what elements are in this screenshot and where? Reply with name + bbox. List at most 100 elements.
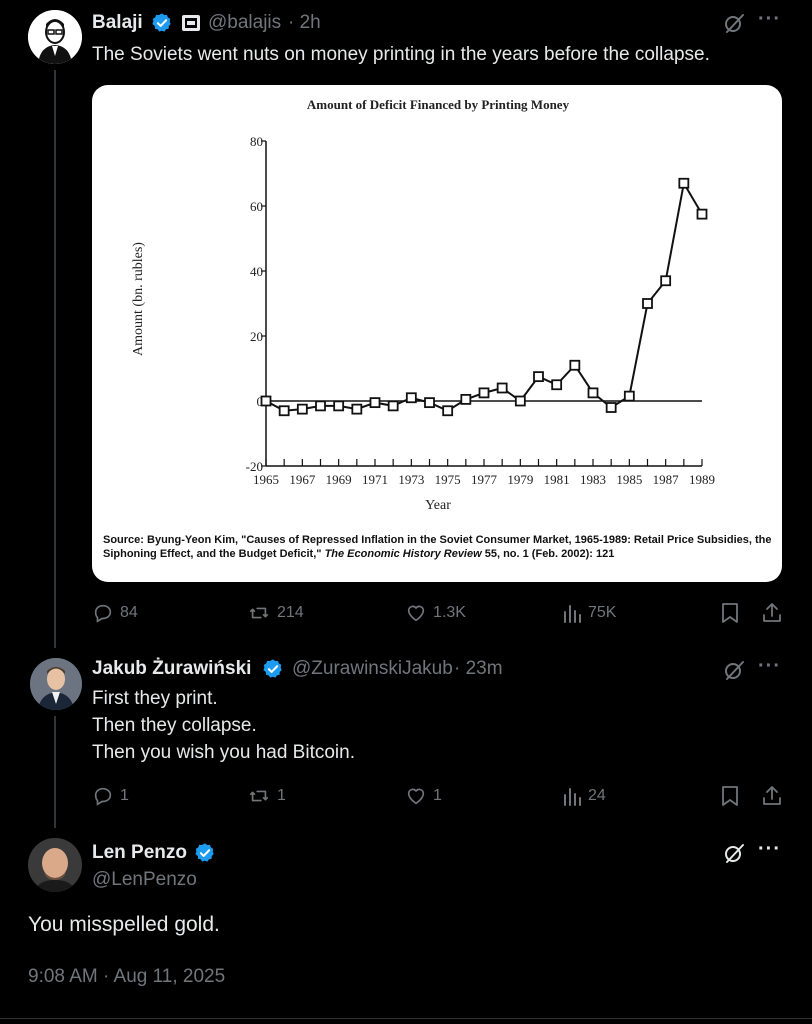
y-tick-label: 80 (250, 134, 263, 149)
like-button[interactable]: 1.3K (405, 602, 466, 624)
y-tick-label: 20 (250, 329, 263, 344)
tweet-line-2: Then they collapse. (92, 715, 257, 736)
data-point (351, 403, 363, 415)
data-point (260, 395, 272, 407)
source-tail: 55, no. 1 (Feb. 2002): 121 (484, 548, 615, 560)
data-point (605, 402, 617, 413)
data-point (569, 359, 581, 371)
x-tick-label: 1971 (362, 472, 388, 487)
data-point (460, 393, 472, 405)
x-tick-label: 1969 (326, 472, 352, 487)
repost-button[interactable]: 1 (247, 785, 286, 807)
grok-icon[interactable] (722, 841, 746, 865)
tweet-line-3: Then you wish you had Bitcoin. (92, 742, 355, 763)
data-point (405, 392, 417, 404)
x-tick-label: 1975 (435, 472, 461, 487)
data-point (369, 397, 381, 409)
reply-icon (94, 787, 112, 806)
y-axis-label: Amount (bn. rubles) (131, 242, 146, 356)
more-options-icon[interactable]: ··· (758, 655, 781, 678)
x-tick-label: 1987 (653, 472, 680, 487)
avatar-balaji[interactable] (28, 10, 82, 64)
data-point (623, 390, 635, 402)
reply-button[interactable]: 84 (92, 602, 138, 624)
series-line (265, 180, 703, 412)
post-timestamp[interactable]: 9:08 AM · Aug 11, 2025 (28, 966, 225, 988)
data-point (551, 379, 563, 391)
x-tick-label: 1989 (689, 472, 715, 487)
chart-image-card[interactable]: Amount of Deficit Financed by Printing M… (92, 85, 782, 582)
views-button[interactable]: 24 (562, 785, 606, 807)
data-point (678, 177, 690, 189)
data-point (533, 371, 544, 383)
repost-count: 214 (277, 604, 304, 621)
repost-icon (249, 607, 269, 619)
reply-icon (94, 604, 112, 623)
heart-icon (407, 605, 425, 622)
data-point (424, 397, 435, 409)
post-time[interactable]: · 23m (454, 658, 503, 680)
tweet-line-1: First they print. (92, 688, 218, 709)
like-count: 1 (433, 787, 442, 804)
like-count: 1.3K (433, 604, 466, 621)
reply-count: 1 (120, 787, 129, 804)
bookmark-icon[interactable] (720, 602, 740, 624)
post-time[interactable]: · 2h (288, 12, 321, 34)
tweet-text: You misspelled gold. (28, 913, 220, 936)
author-handle[interactable]: @LenPenzo (92, 869, 197, 891)
y-tick-label: 40 (250, 264, 263, 279)
author-handle[interactable]: @balajis (208, 12, 281, 34)
avatar-len-penzo[interactable] (28, 838, 82, 892)
data-point (514, 395, 526, 407)
verified-badge-icon (152, 13, 171, 32)
share-icon[interactable] (761, 784, 783, 806)
affiliate-badge-icon (182, 15, 200, 31)
x-tick-label: 1979 (507, 472, 533, 487)
reply-button[interactable]: 1 (92, 785, 129, 807)
more-options-icon[interactable]: ··· (758, 838, 781, 861)
data-point (587, 387, 599, 399)
x-axis-label: Year (425, 498, 451, 513)
views-count: 75K (588, 604, 617, 621)
author-name[interactable]: Jakub Żurawiński (92, 658, 251, 680)
data-point (387, 400, 399, 412)
x-tick-label: 1981 (544, 472, 570, 487)
verified-badge-icon (263, 659, 282, 678)
data-point (496, 382, 508, 394)
source-journal: The Economic History Review (324, 548, 482, 560)
x-tick-label: 1983 (580, 472, 606, 487)
x-tick-label: 1965 (253, 472, 279, 487)
views-count: 24 (588, 787, 606, 804)
author-name[interactable]: Len Penzo (92, 842, 187, 864)
reply-count: 84 (120, 604, 138, 621)
avatar-jakub[interactable] (30, 658, 82, 710)
repost-icon (249, 790, 269, 802)
source-label: Source: (103, 534, 144, 546)
repost-count: 1 (277, 787, 286, 804)
share-icon[interactable] (761, 601, 783, 623)
data-point (315, 400, 326, 412)
views-icon (564, 788, 581, 806)
data-point (478, 387, 490, 399)
author-name[interactable]: Balaji (92, 12, 143, 34)
more-options-icon[interactable]: ··· (758, 8, 781, 31)
like-button[interactable]: 1 (405, 785, 442, 807)
verified-badge-icon (195, 843, 214, 862)
grok-icon[interactable] (722, 11, 746, 35)
data-point (278, 405, 290, 417)
grok-icon[interactable] (722, 658, 746, 682)
repost-button[interactable]: 214 (247, 602, 304, 624)
views-icon (564, 605, 581, 623)
data-point (442, 405, 454, 417)
chart-source-citation: Source: Byung-Yeon Kim, "Causes of Repre… (103, 533, 773, 561)
views-button[interactable]: 75K (562, 602, 616, 624)
data-point (296, 403, 308, 415)
data-point (642, 298, 653, 309)
tweet-text: The Soviets went nuts on money printing … (92, 44, 710, 65)
author-handle[interactable]: @ZurawinskiJakub (292, 658, 453, 680)
x-tick-label: 1967 (289, 472, 316, 487)
bookmark-icon[interactable] (720, 785, 740, 807)
x-tick-label: 1977 (471, 472, 498, 487)
data-point (333, 400, 345, 412)
data-point (660, 275, 672, 287)
